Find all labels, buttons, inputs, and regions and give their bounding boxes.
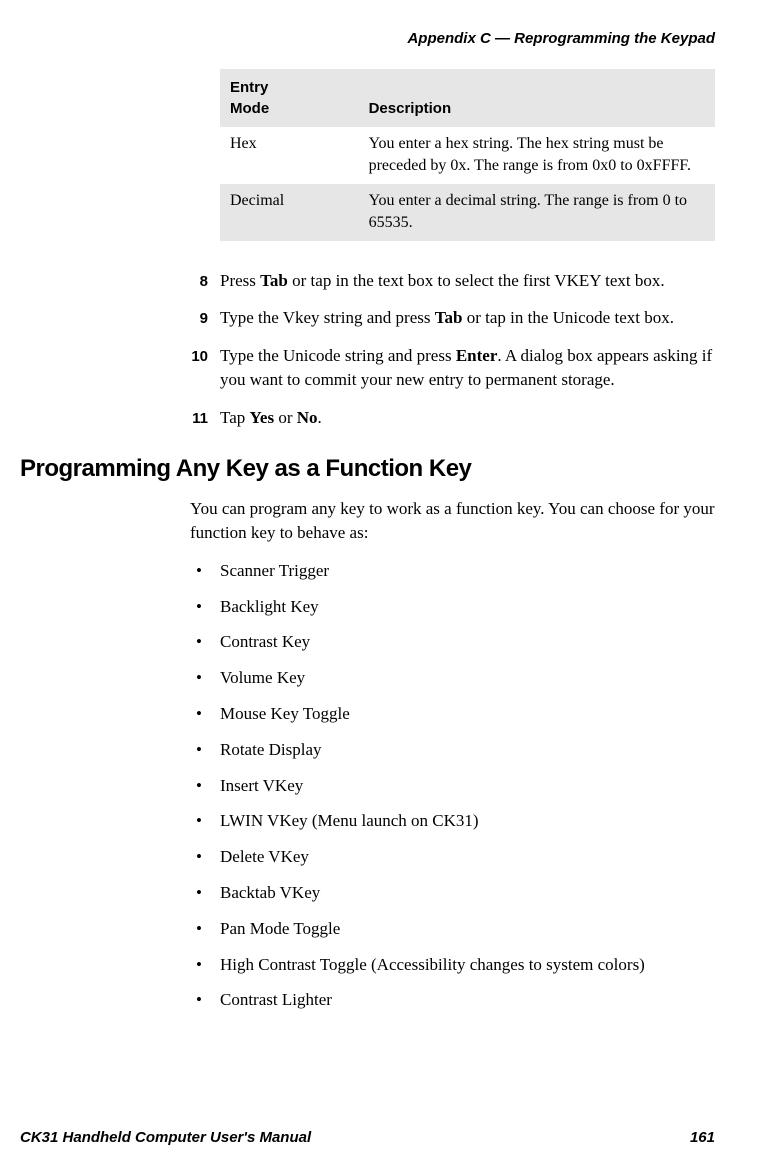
list-item: •Delete VKey	[190, 845, 715, 869]
list-item: •Mouse Key Toggle	[190, 702, 715, 726]
bullet-icon: •	[190, 809, 220, 833]
cell-mode: Hex	[220, 127, 359, 184]
bullet-text: Contrast Key	[220, 630, 715, 654]
step-text: Press Tab or tap in the text box to sele…	[220, 269, 715, 293]
th-line1: Entry	[230, 79, 268, 96]
page-footer: CK31 Handheld Computer User's Manual 161	[20, 1127, 715, 1148]
th-line2: Mode	[230, 100, 269, 117]
cell-desc: You enter a decimal string. The range is…	[359, 184, 715, 241]
table-row: Hex You enter a hex string. The hex stri…	[220, 127, 715, 184]
bullet-text: Volume Key	[220, 666, 715, 690]
entry-mode-table: Entry Mode Description Hex You enter a h…	[220, 69, 715, 241]
step-text: Type the Unicode string and press Enter.…	[220, 344, 715, 392]
cell-mode: Decimal	[220, 184, 359, 241]
bullet-text: Scanner Trigger	[220, 559, 715, 583]
list-item: •Pan Mode Toggle	[190, 917, 715, 941]
bullet-text: Backtab VKey	[220, 881, 715, 905]
page-header: Appendix C — Reprogramming the Keypad	[20, 28, 715, 49]
bullet-text: Delete VKey	[220, 845, 715, 869]
section-paragraph: You can program any key to work as a fun…	[190, 497, 715, 545]
list-item: •Scanner Trigger	[190, 559, 715, 583]
step-number: 8	[190, 269, 220, 293]
step-item: 11 Tap Yes or No.	[190, 406, 715, 430]
bullet-text: High Contrast Toggle (Accessibility chan…	[220, 953, 715, 977]
bullet-icon: •	[190, 845, 220, 869]
bullet-icon: •	[190, 630, 220, 654]
section-heading: Programming Any Key as a Function Key	[20, 452, 715, 486]
bullet-list: •Scanner Trigger •Backlight Key •Contras…	[190, 559, 715, 1012]
list-item: •Volume Key	[190, 666, 715, 690]
bullet-text: Rotate Display	[220, 738, 715, 762]
footer-left: CK31 Handheld Computer User's Manual	[20, 1127, 311, 1148]
cell-desc: You enter a hex string. The hex string m…	[359, 127, 715, 184]
list-item: •Backtab VKey	[190, 881, 715, 905]
bullet-icon: •	[190, 595, 220, 619]
step-number: 9	[190, 306, 220, 330]
bullet-icon: •	[190, 953, 220, 977]
bullet-icon: •	[190, 917, 220, 941]
bullet-icon: •	[190, 881, 220, 905]
list-item: •Rotate Display	[190, 738, 715, 762]
bullet-text: Insert VKey	[220, 774, 715, 798]
table-row: Decimal You enter a decimal string. The …	[220, 184, 715, 241]
bullet-text: Backlight Key	[220, 595, 715, 619]
bullet-icon: •	[190, 666, 220, 690]
bullet-icon: •	[190, 738, 220, 762]
step-item: 10 Type the Unicode string and press Ent…	[190, 344, 715, 392]
list-item: •LWIN VKey (Menu launch on CK31)	[190, 809, 715, 833]
list-item: •Backlight Key	[190, 595, 715, 619]
list-item: •Insert VKey	[190, 774, 715, 798]
step-number: 11	[190, 406, 220, 430]
list-item: •High Contrast Toggle (Accessibility cha…	[190, 953, 715, 977]
step-text: Tap Yes or No.	[220, 406, 715, 430]
list-item: •Contrast Lighter	[190, 988, 715, 1012]
bullet-text: Pan Mode Toggle	[220, 917, 715, 941]
steps-list: 8 Press Tab or tap in the text box to se…	[190, 269, 715, 430]
bullet-icon: •	[190, 774, 220, 798]
step-text: Type the Vkey string and press Tab or ta…	[220, 306, 715, 330]
list-item: •Contrast Key	[190, 630, 715, 654]
step-item: 8 Press Tab or tap in the text box to se…	[190, 269, 715, 293]
bullet-icon: •	[190, 559, 220, 583]
step-item: 9 Type the Vkey string and press Tab or …	[190, 306, 715, 330]
footer-page-number: 161	[690, 1127, 715, 1148]
bullet-icon: •	[190, 988, 220, 1012]
bullet-text: LWIN VKey (Menu launch on CK31)	[220, 809, 715, 833]
table-header-description: Description	[359, 69, 715, 127]
bullet-text: Contrast Lighter	[220, 988, 715, 1012]
table-header-entry-mode: Entry Mode	[220, 69, 359, 127]
bullet-icon: •	[190, 702, 220, 726]
step-number: 10	[190, 344, 220, 392]
bullet-text: Mouse Key Toggle	[220, 702, 715, 726]
